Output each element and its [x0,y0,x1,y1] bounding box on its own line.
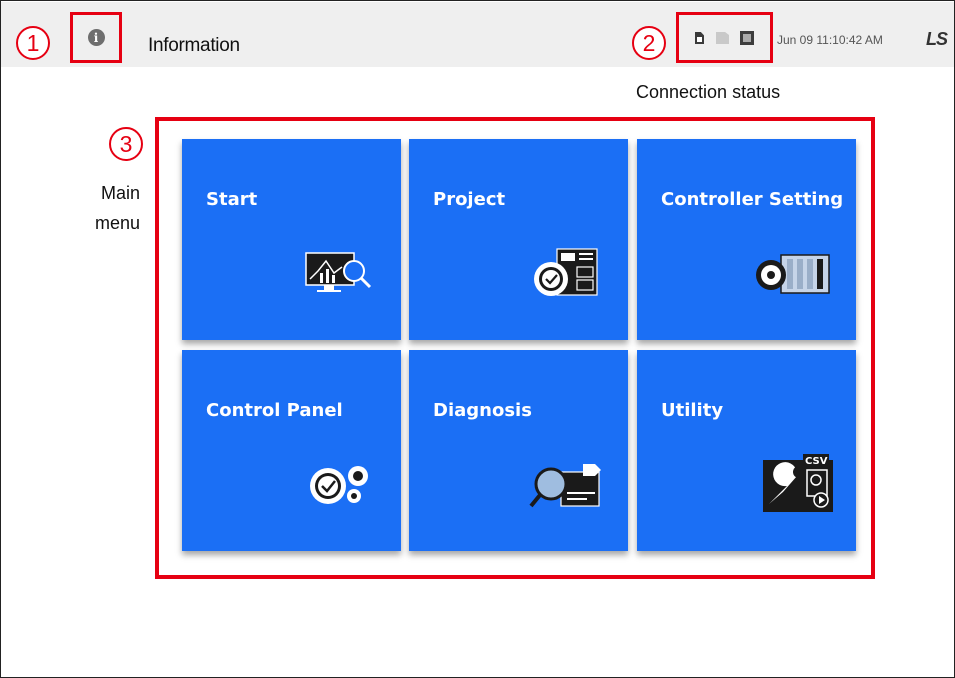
tile-utility[interactable]: Utility CSV [637,350,856,551]
gear-check-document-icon [534,248,598,296]
tile-controller-setting[interactable]: Controller Setting [637,139,856,340]
gears-check-icon [310,466,368,504]
main-menu-label: Main menu [78,178,140,238]
connection-status-label: Connection status [636,82,781,102]
page-title: Information [148,35,240,56]
tile-project[interactable]: Project [409,139,628,340]
tile-label: Start [206,189,258,210]
info-button[interactable]: i [70,12,122,63]
tile-label: Control Panel [206,400,343,421]
magnifier-module-icon [529,464,601,508]
tile-control-panel[interactable]: Control Panel [182,350,401,551]
gear-plc-rack-icon [756,254,830,294]
callout-2: 2 [632,26,666,60]
tile-label: Project [433,189,506,210]
connection-status-area [676,12,773,63]
wrench-csv-icon: CSV [763,454,833,512]
callout-3: 3 [109,127,143,161]
main-menu-label-line1: Main [100,183,140,203]
tile-diagnosis[interactable]: Diagnosis [409,350,628,551]
monitor-chart-magnifier-icon [305,252,372,292]
tile-label: Controller Setting [661,189,844,210]
sd-card-icon [695,32,704,44]
ls-logo: LS [926,29,948,49]
info-circle-icon: i [87,29,105,46]
svg-text:CSV: CSV [805,456,828,467]
network-port-icon [740,31,754,45]
tile-label: Diagnosis [433,400,532,421]
main-menu-label-line2: menu [94,213,140,233]
callout-1: 1 [16,26,50,60]
tile-start[interactable]: Start [182,139,401,340]
sd-card-inactive-icon [716,32,729,44]
datetime-display: Jun 09 11:10:42 AM [777,33,883,47]
tile-label: Utility [661,400,724,421]
